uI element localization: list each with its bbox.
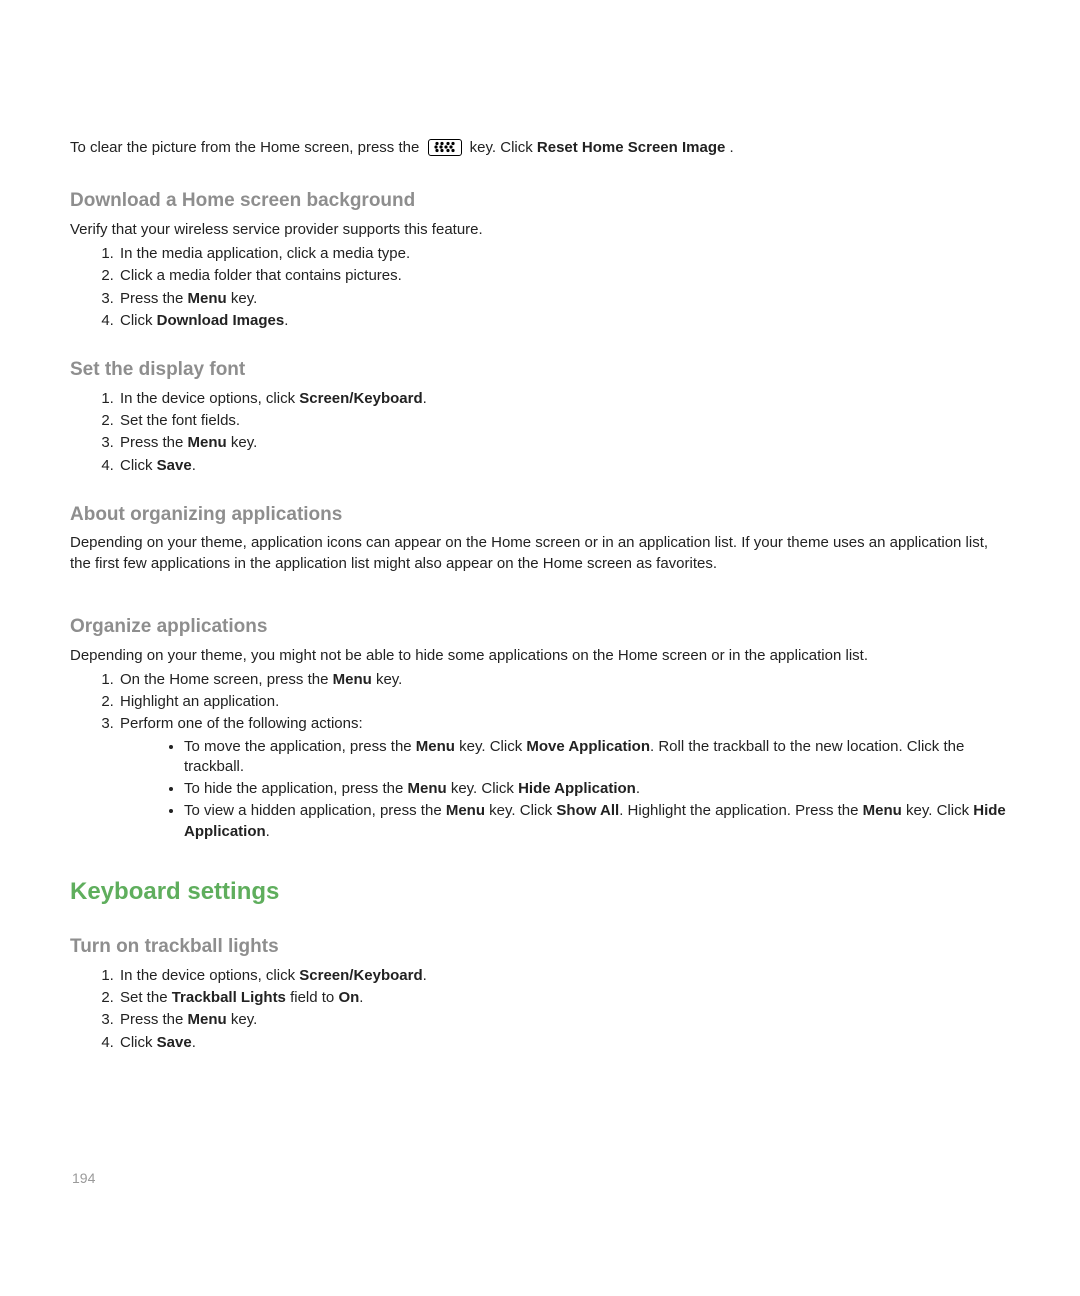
list-item: Highlight an application. bbox=[118, 692, 1010, 712]
organize-actions: To move the application, press the Menu … bbox=[120, 737, 1010, 842]
download-lead: Verify that your wireless service provid… bbox=[70, 220, 1010, 240]
trackball-steps: In the device options, click Screen/Keyb… bbox=[70, 966, 1010, 1053]
list-item: To hide the application, press the Menu … bbox=[184, 779, 1010, 799]
about-paragraph: Depending on your theme, application ico… bbox=[70, 533, 1010, 574]
list-item: Set the font fields. bbox=[118, 411, 1010, 431]
heading-trackball-lights: Turn on trackball lights bbox=[70, 934, 1010, 960]
organize-steps: On the Home screen, press the Menu key. … bbox=[70, 670, 1010, 842]
list-item: Click a media folder that contains pictu… bbox=[118, 266, 1010, 286]
list-item: Press the Menu key. bbox=[118, 433, 1010, 453]
heading-organize-apps: Organize applications bbox=[70, 614, 1010, 640]
heading-keyboard-settings: Keyboard settings bbox=[70, 876, 1010, 908]
heading-set-font: Set the display font bbox=[70, 357, 1010, 383]
page-number: 194 bbox=[72, 1169, 95, 1188]
document-page: To clear the picture from the Home scree… bbox=[0, 0, 1080, 1296]
list-item: Press the Menu key. bbox=[118, 1010, 1010, 1030]
intro-pre: To clear the picture from the Home scree… bbox=[70, 139, 424, 156]
intro-post-key: key. Click bbox=[470, 139, 537, 156]
list-item: Press the Menu key. bbox=[118, 289, 1010, 309]
intro-end: . bbox=[730, 139, 734, 156]
list-item: To move the application, press the Menu … bbox=[184, 737, 1010, 778]
list-item: In the media application, click a media … bbox=[118, 244, 1010, 264]
list-item: Click Download Images. bbox=[118, 311, 1010, 331]
list-item: Click Save. bbox=[118, 456, 1010, 476]
font-steps: In the device options, click Screen/Keyb… bbox=[70, 389, 1010, 476]
intro-bold: Reset Home Screen Image bbox=[537, 139, 725, 156]
list-item: Set the Trackball Lights field to On. bbox=[118, 988, 1010, 1008]
blackberry-menu-key-icon: blackberry-menu-key bbox=[428, 139, 462, 156]
list-item: Perform one of the following actions: To… bbox=[118, 714, 1010, 842]
heading-about-organizing: About organizing applications bbox=[70, 502, 1010, 528]
intro-line: To clear the picture from the Home scree… bbox=[70, 138, 1010, 158]
download-steps: In the media application, click a media … bbox=[70, 244, 1010, 331]
heading-download-bg: Download a Home screen background bbox=[70, 188, 1010, 214]
organize-lead: Depending on your theme, you might not b… bbox=[70, 646, 1010, 666]
list-item: In the device options, click Screen/Keyb… bbox=[118, 389, 1010, 409]
list-item: Click Save. bbox=[118, 1033, 1010, 1053]
list-item: On the Home screen, press the Menu key. bbox=[118, 670, 1010, 690]
list-item: In the device options, click Screen/Keyb… bbox=[118, 966, 1010, 986]
list-item: To view a hidden application, press the … bbox=[184, 801, 1010, 842]
